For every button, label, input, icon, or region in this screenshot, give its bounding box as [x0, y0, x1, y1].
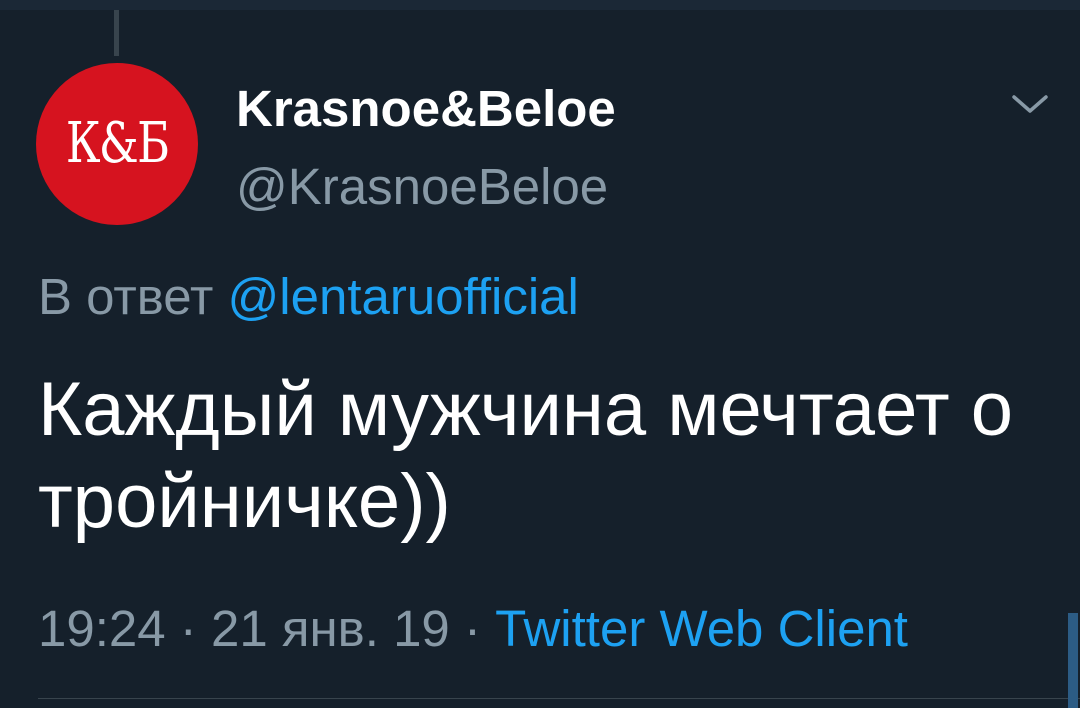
- top-edge-strip: [0, 0, 1080, 10]
- tweet-date[interactable]: 21 янв. 19: [211, 600, 450, 657]
- tweet-text: Каждый мужчина мечтает о тройничке)): [38, 367, 1014, 544]
- meta-separator: ·: [179, 600, 197, 657]
- reply-mention-link[interactable]: @lentaruofficial: [228, 268, 579, 325]
- avatar[interactable]: К&Б: [36, 63, 198, 225]
- author-display-name[interactable]: Krasnoe&Beloe: [236, 78, 616, 140]
- chevron-down-icon[interactable]: [1008, 86, 1052, 122]
- divider: [38, 698, 1080, 699]
- tweet-source-link[interactable]: Twitter Web Client: [495, 600, 908, 657]
- tweet-time[interactable]: 19:24: [38, 600, 166, 657]
- tweet-meta: 19:24 · 21 янв. 19 · Twitter Web Client: [38, 598, 908, 660]
- scrollbar[interactable]: [1068, 613, 1078, 708]
- reply-prefix: В ответ: [38, 268, 214, 325]
- reply-context: В ответ @lentaruofficial: [38, 266, 579, 328]
- thread-connector-line: [114, 10, 119, 56]
- author-handle[interactable]: @KrasnoeBeloe: [236, 156, 608, 218]
- avatar-logo-text: К&Б: [65, 111, 170, 176]
- meta-separator: ·: [463, 600, 481, 657]
